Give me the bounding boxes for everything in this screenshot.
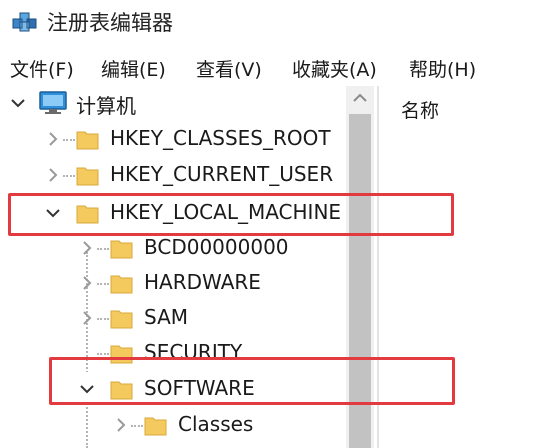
tree-scrollbar[interactable] bbox=[346, 86, 374, 448]
tree-label: HARDWARE bbox=[144, 270, 261, 294]
title-bar: 注册表编辑器 bbox=[0, 0, 559, 42]
menu-bar: 文件(F) 编辑(E) 查看(V) 收藏夹(A) 帮助(H) bbox=[0, 48, 559, 86]
folder-icon bbox=[110, 342, 133, 365]
tree-label: SAM bbox=[144, 305, 189, 329]
chevron-down-icon[interactable] bbox=[9, 94, 27, 112]
pane-splitter[interactable] bbox=[377, 86, 379, 448]
tree-node-hkey-classes-root[interactable]: HKEY_CLASSES_ROOT bbox=[0, 122, 350, 156]
folder-icon bbox=[76, 128, 99, 151]
tree-label: SECURITY bbox=[144, 340, 243, 364]
registry-tree[interactable]: 计算机 HKEY_CLASSES_ROOT HKEY_CURRENT_USER … bbox=[0, 86, 378, 448]
column-header-name[interactable]: 名称 bbox=[401, 96, 439, 123]
scroll-thumb[interactable] bbox=[349, 114, 371, 448]
folder-icon bbox=[110, 272, 133, 295]
tree-node-security[interactable]: SECURITY bbox=[0, 336, 350, 370]
tree-connector bbox=[97, 353, 109, 355]
menu-edit[interactable]: 编辑(E) bbox=[101, 55, 166, 82]
menu-help[interactable]: 帮助(H) bbox=[409, 55, 476, 82]
tree-node-hkey-local-machine[interactable]: HKEY_LOCAL_MACHINE bbox=[0, 196, 350, 230]
tree-label: HKEY_CLASSES_ROOT bbox=[110, 126, 331, 150]
tree-node-sam[interactable]: SAM bbox=[0, 301, 350, 335]
menu-file[interactable]: 文件(F) bbox=[10, 55, 74, 82]
tree-node-classes[interactable]: Classes bbox=[0, 408, 350, 442]
tree-connector bbox=[63, 175, 75, 177]
tree-connector bbox=[97, 283, 109, 285]
tree-label: BCD00000000 bbox=[144, 235, 289, 259]
folder-icon bbox=[144, 414, 167, 437]
chevron-right-icon[interactable] bbox=[78, 309, 96, 327]
tree-connector bbox=[131, 425, 143, 427]
tree-label: Classes bbox=[178, 412, 254, 436]
tree-node-hardware[interactable]: HARDWARE bbox=[0, 266, 350, 300]
chevron-down-icon[interactable] bbox=[78, 380, 96, 398]
tree-node-hkey-current-user[interactable]: HKEY_CURRENT_USER bbox=[0, 158, 350, 192]
tree-node-software[interactable]: SOFTWARE bbox=[0, 372, 350, 406]
tree-node-computer[interactable]: 计算机 bbox=[0, 86, 350, 120]
values-list[interactable]: 名称 bbox=[384, 86, 559, 448]
regedit-icon bbox=[12, 9, 38, 33]
tree-connector bbox=[63, 139, 75, 141]
scroll-up-icon[interactable] bbox=[346, 86, 374, 110]
tree-label: HKEY_CURRENT_USER bbox=[110, 162, 334, 186]
chevron-right-icon[interactable] bbox=[44, 166, 62, 184]
chevron-down-icon[interactable] bbox=[44, 204, 62, 222]
tree-label: 计算机 bbox=[76, 94, 136, 118]
window-title: 注册表编辑器 bbox=[47, 11, 173, 35]
folder-icon bbox=[76, 164, 99, 187]
tree-connector bbox=[97, 248, 109, 250]
folder-icon bbox=[110, 237, 133, 260]
tree-label: SOFTWARE bbox=[144, 376, 255, 400]
tree-connector bbox=[97, 318, 109, 320]
chevron-right-icon[interactable] bbox=[44, 130, 62, 148]
tree-node-bcd[interactable]: BCD00000000 bbox=[0, 231, 350, 265]
folder-icon bbox=[110, 378, 133, 401]
folder-icon bbox=[76, 202, 99, 225]
menu-view[interactable]: 查看(V) bbox=[196, 55, 262, 82]
chevron-right-icon[interactable] bbox=[78, 274, 96, 292]
menu-favorites[interactable]: 收藏夹(A) bbox=[292, 55, 377, 82]
chevron-right-icon[interactable] bbox=[78, 239, 96, 257]
computer-icon bbox=[38, 90, 68, 116]
tree-label: HKEY_LOCAL_MACHINE bbox=[110, 200, 342, 224]
folder-icon bbox=[110, 307, 133, 330]
chevron-right-icon[interactable] bbox=[112, 416, 130, 434]
